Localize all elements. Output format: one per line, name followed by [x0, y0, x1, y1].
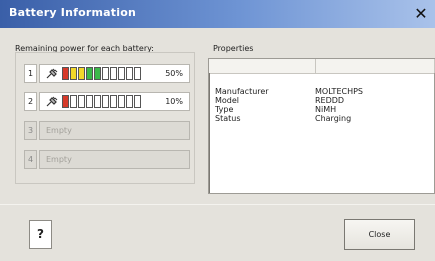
property-value: MOLTECHPS — [315, 87, 363, 96]
battery-segment — [94, 95, 101, 108]
window-title: Battery Information — [9, 6, 137, 19]
battery-slot-3: 3 Empty — [24, 121, 190, 140]
column-header-value[interactable] — [316, 59, 435, 73]
property-value: Charging — [315, 114, 352, 123]
battery-segment — [94, 67, 101, 80]
property-name: Type — [215, 105, 234, 114]
battery-segment — [110, 67, 117, 80]
battery-percent: 50% — [165, 69, 183, 78]
battery-slot-4: 4 Empty — [24, 150, 190, 169]
close-icon[interactable]: ✕ — [411, 4, 431, 24]
property-name: Status — [215, 114, 241, 123]
list-border — [209, 73, 210, 193]
property-value: REDDD — [315, 96, 345, 105]
battery-segment — [134, 95, 141, 108]
battery-information-window: Battery Information ✕ Remaining power fo… — [0, 0, 435, 261]
property-value: NiMH — [315, 105, 337, 114]
property-name: Model — [215, 96, 240, 105]
battery-slot-number: 2 — [24, 92, 37, 111]
footer-divider — [0, 204, 435, 205]
battery-level-box: Empty — [39, 121, 190, 140]
battery-segment — [126, 67, 133, 80]
battery-segment — [118, 67, 125, 80]
title-bar[interactable]: Battery Information ✕ — [0, 0, 435, 28]
battery-segment — [62, 95, 69, 108]
battery-level-box: Empty — [39, 150, 190, 169]
battery-segment — [86, 95, 93, 108]
battery-segment — [118, 95, 125, 108]
battery-segment — [102, 95, 109, 108]
plug-icon — [46, 96, 58, 107]
property-name: Manufacturer — [215, 87, 269, 96]
plug-icon — [46, 68, 58, 79]
battery-slot-2: 2 10% — [24, 92, 190, 111]
battery-segment — [78, 67, 85, 80]
empty-slot-label: Empty — [46, 155, 72, 164]
battery-level-box: 10% — [39, 92, 190, 111]
battery-level-meter — [62, 95, 142, 108]
battery-slot-number: 3 — [24, 121, 37, 140]
battery-segment — [126, 95, 133, 108]
battery-segment — [86, 67, 93, 80]
battery-segment — [70, 67, 77, 80]
properties-label: Properties — [213, 44, 254, 53]
empty-slot-label: Empty — [46, 126, 72, 135]
battery-segment — [70, 95, 77, 108]
battery-level-meter — [62, 67, 142, 80]
battery-slot-number: 4 — [24, 150, 37, 169]
battery-segment — [134, 67, 141, 80]
battery-segment — [110, 95, 117, 108]
battery-level-box: 50% — [39, 64, 190, 83]
properties-list-header — [209, 59, 435, 74]
battery-slot-number: 1 — [24, 64, 37, 83]
properties-list[interactable]: Manufacturer MOLTECHPS Model REDDD Type … — [208, 58, 435, 194]
battery-segment — [62, 67, 69, 80]
column-header-property[interactable] — [209, 59, 316, 73]
battery-slot-1: 1 50% — [24, 64, 190, 83]
battery-percent: 10% — [165, 97, 183, 106]
help-button[interactable]: ? — [29, 220, 52, 249]
battery-segment — [102, 67, 109, 80]
battery-segment — [78, 95, 85, 108]
close-button[interactable]: Close — [344, 219, 415, 250]
